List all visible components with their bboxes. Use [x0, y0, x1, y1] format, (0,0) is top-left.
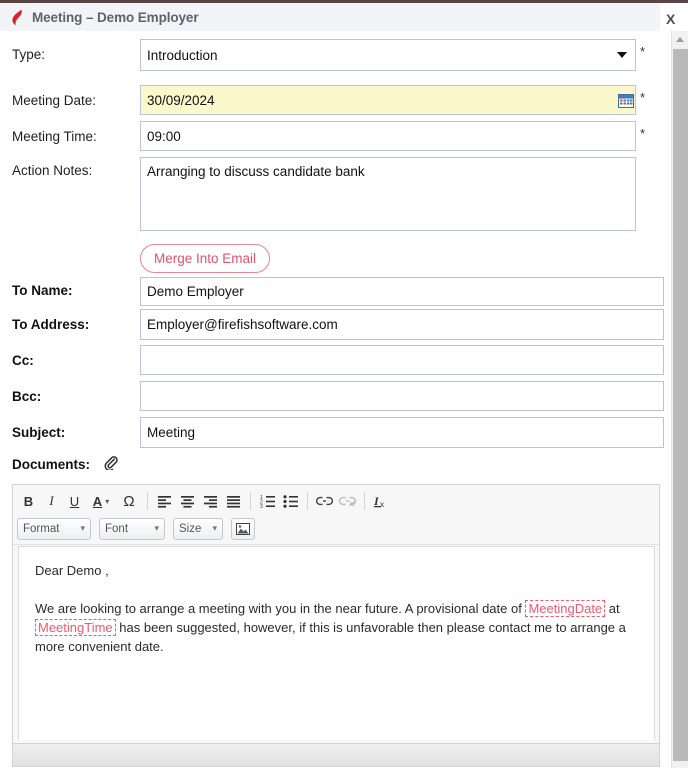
type-select-wrapper[interactable]: Introduction	[140, 39, 636, 71]
link-icon[interactable]	[313, 490, 336, 512]
text-color-letter: A	[92, 493, 103, 509]
close-button[interactable]: X	[660, 8, 680, 28]
to-name-input[interactable]	[140, 277, 664, 306]
editor-toolbar: B I U A ▾ Ω 1 2 3 I x Format ▾ Font ▾ Si…	[13, 485, 659, 545]
scroll-up-arrow-icon[interactable]	[672, 31, 688, 47]
cc-label: Cc:	[12, 353, 34, 368]
toolbar-separator	[307, 492, 308, 510]
text-color-button[interactable]: A ▾	[86, 490, 116, 512]
calendar-icon[interactable]	[618, 93, 634, 108]
meeting-time-required-marker: *	[640, 126, 646, 141]
type-label: Type:	[12, 47, 46, 62]
chevron-down-icon: ▾	[154, 523, 159, 533]
align-center-icon[interactable]	[176, 490, 199, 512]
chevron-down-icon: ▾	[105, 496, 110, 506]
email-body-editable-area[interactable]: Dear Demo , We are looking to arrange a …	[18, 546, 655, 740]
action-notes-label: Action Notes:	[12, 163, 93, 178]
to-address-input[interactable]	[140, 309, 664, 340]
type-required-marker: *	[640, 44, 646, 59]
email-greeting: Dear Demo ,	[35, 563, 109, 578]
bulleted-list-icon[interactable]	[279, 490, 302, 512]
type-select[interactable]: Introduction	[140, 39, 636, 71]
editor-toolbar-row-2: Format ▾ Font ▾ Size ▾	[17, 514, 655, 542]
meeting-date-required-marker: *	[640, 90, 646, 105]
meeting-date-label: Meeting Date:	[12, 93, 97, 108]
email-text-part-3: has been suggested, however, if this is …	[35, 620, 626, 654]
bcc-label: Bcc:	[12, 389, 42, 404]
align-right-icon[interactable]	[199, 490, 222, 512]
cc-input[interactable]	[140, 345, 664, 375]
bold-button[interactable]: B	[17, 490, 40, 512]
toolbar-separator	[250, 492, 251, 510]
email-text-part-1: We are looking to arrange a meeting with…	[35, 601, 526, 616]
subject-input[interactable]	[140, 417, 664, 448]
rich-text-editor: B I U A ▾ Ω 1 2 3 I x Format ▾ Font ▾ Si…	[12, 484, 660, 767]
editor-toolbar-row-1: B I U A ▾ Ω 1 2 3 I x	[17, 488, 655, 514]
vertical-scrollbar[interactable]	[671, 31, 688, 768]
underline-button[interactable]: U	[63, 490, 86, 512]
font-dropdown[interactable]: Font ▾	[99, 517, 165, 540]
svg-text:3: 3	[260, 504, 263, 508]
firefish-flame-icon	[12, 9, 22, 25]
editor-status-bar	[13, 743, 659, 766]
italic-button[interactable]: I	[40, 490, 63, 512]
unlink-icon[interactable]	[336, 490, 359, 512]
meeting-time-label: Meeting Time:	[12, 129, 97, 144]
meeting-date-input[interactable]	[140, 85, 636, 115]
meeting-time-input[interactable]	[140, 121, 636, 151]
special-character-button[interactable]: Ω	[116, 490, 142, 512]
svg-text:x: x	[380, 500, 384, 508]
numbered-list-icon[interactable]: 1 2 3	[256, 490, 279, 512]
chevron-down-icon: ▾	[212, 523, 217, 533]
align-left-icon[interactable]	[153, 490, 176, 512]
insert-image-button[interactable]	[231, 517, 255, 540]
remove-format-icon[interactable]: I x	[370, 490, 393, 512]
scrollbar-thumb[interactable]	[673, 49, 688, 761]
image-icon	[236, 522, 250, 535]
to-address-label: To Address:	[12, 317, 90, 332]
bcc-input[interactable]	[140, 381, 664, 411]
paperclip-icon[interactable]	[104, 456, 118, 470]
format-dropdown[interactable]: Format ▾	[17, 517, 91, 540]
documents-label: Documents:	[12, 457, 91, 472]
size-dropdown-label: Size	[179, 522, 202, 535]
chevron-down-icon: ▾	[80, 523, 85, 533]
toolbar-separator	[364, 492, 365, 510]
email-paragraph: We are looking to arrange a meeting with…	[35, 599, 638, 656]
to-name-label: To Name:	[12, 283, 73, 298]
font-dropdown-label: Font	[105, 522, 129, 535]
email-text-part-2: at	[605, 601, 620, 616]
merge-field-meeting-date[interactable]: MeetingDate	[525, 600, 606, 617]
action-notes-textarea[interactable]	[140, 157, 636, 231]
dialog-title: Meeting – Demo Employer	[32, 9, 199, 25]
size-dropdown[interactable]: Size ▾	[173, 517, 223, 540]
format-dropdown-label: Format	[23, 522, 60, 535]
merge-field-meeting-time[interactable]: MeetingTime	[35, 619, 116, 636]
merge-into-email-button[interactable]: Merge Into Email	[140, 244, 270, 273]
toolbar-separator	[147, 492, 148, 510]
meeting-dialog: Meeting – Demo Employer X Type: Introduc…	[0, 0, 688, 768]
subject-label: Subject:	[12, 425, 66, 440]
dialog-title-bar: Meeting – Demo Employer	[0, 3, 660, 31]
align-justify-icon[interactable]	[222, 490, 245, 512]
